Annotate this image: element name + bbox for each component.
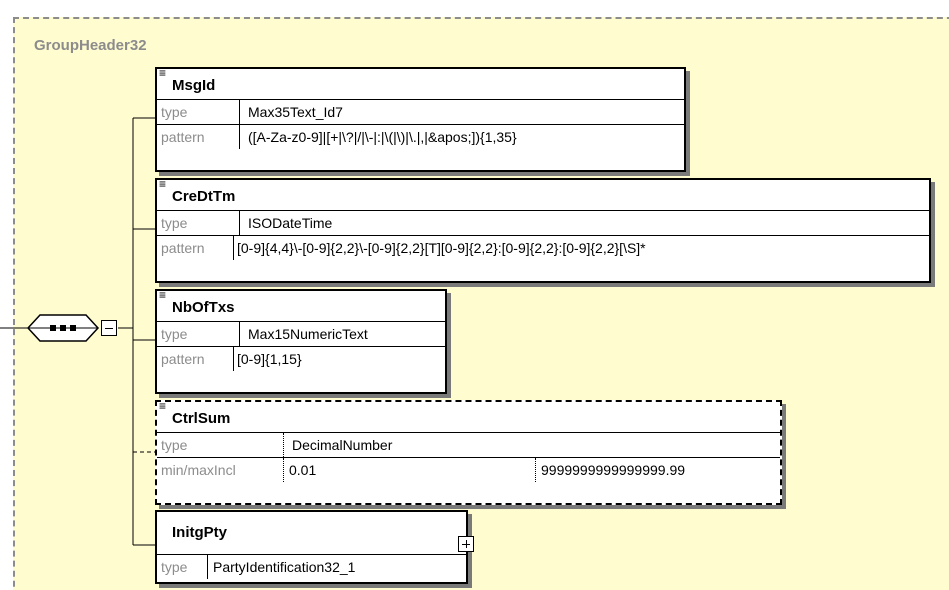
collapse-icon[interactable] (101, 320, 117, 336)
element-header: ≡ CtrlSum (157, 399, 780, 433)
element-box-msgid[interactable]: ≡ MsgId type Max35Text_Id7 pattern ([A-Z… (155, 67, 686, 172)
element-name: NbOfTxs (172, 299, 235, 316)
type-row: type ISODateTime (157, 211, 929, 236)
sequence-compositor-icon (26, 314, 100, 342)
pattern-row: pattern [0-9]{1,15} (157, 347, 445, 371)
row-label: pattern (161, 351, 205, 367)
pattern-row: pattern ([A-Za-z0-9]|[+|\?|/|\-|:|\(|\)|… (157, 125, 684, 149)
element-header: ≡ CreDtTm (157, 177, 929, 211)
element-header: InitgPty (157, 512, 466, 555)
element-header: ≡ MsgId (157, 66, 684, 100)
type-row: type Max35Text_Id7 (157, 100, 684, 125)
type-value: ISODateTime (248, 215, 333, 231)
documentation-icon: ≡ (159, 66, 167, 80)
row-label: pattern (161, 129, 205, 145)
row-label: type (161, 437, 188, 453)
type-row: type PartyIdentification32_1 (157, 555, 466, 579)
max-incl-value: 9999999999999999.99 (541, 462, 686, 478)
row-label: type (161, 104, 188, 120)
row-label: type (161, 215, 188, 231)
type-value: DecimalNumber (292, 437, 393, 453)
row-label: pattern (161, 240, 205, 256)
row-label: type (161, 559, 188, 575)
row-label: min/maxIncl (161, 462, 236, 478)
expand-icon[interactable] (458, 536, 474, 552)
row-label: type (161, 326, 188, 342)
minmax-row: min/maxIncl 0.01 9999999999999999.99 (157, 458, 780, 482)
documentation-icon: ≡ (159, 399, 167, 413)
type-value: Max15NumericText (248, 326, 368, 342)
element-header: ≡ NbOfTxs (157, 288, 445, 322)
element-box-credttm[interactable]: ≡ CreDtTm type ISODateTime pattern [0-9]… (155, 178, 931, 283)
pattern-value: ([A-Za-z0-9]|[+|\?|/|\-|:|\(|\)|\.|,|&ap… (248, 129, 517, 145)
element-box-nboftxs[interactable]: ≡ NbOfTxs type Max15NumericText pattern … (155, 289, 447, 394)
pattern-value: [0-9]{1,15} (237, 351, 302, 367)
pattern-value: [0-9]{4,4}\-[0-9]{2,2}\-[0-9]{2,2}[T][0-… (237, 240, 646, 256)
element-name: InitgPty (172, 524, 227, 541)
min-incl-value: 0.01 (289, 462, 317, 478)
element-name: CtrlSum (172, 410, 231, 427)
element-box-ctrlsum[interactable]: ≡ CtrlSum type DecimalNumber min/maxIncl… (155, 400, 782, 505)
element-name: CreDtTm (172, 188, 236, 205)
schema-diagram: GroupHeader32 ≡ MsgId type Max35Text_Id7 (0, 0, 949, 590)
type-value: PartyIdentification32_1 (213, 559, 356, 575)
documentation-icon: ≡ (159, 288, 167, 302)
type-row: type Max15NumericText (157, 322, 445, 347)
type-row: type DecimalNumber (157, 433, 780, 458)
element-name: MsgId (172, 77, 216, 94)
element-box-initgpty[interactable]: InitgPty type PartyIdentification32_1 (155, 510, 468, 584)
documentation-icon: ≡ (159, 177, 167, 191)
type-value: Max35Text_Id7 (248, 104, 343, 120)
pattern-row: pattern [0-9]{4,4}\-[0-9]{2,2}\-[0-9]{2,… (157, 236, 929, 260)
